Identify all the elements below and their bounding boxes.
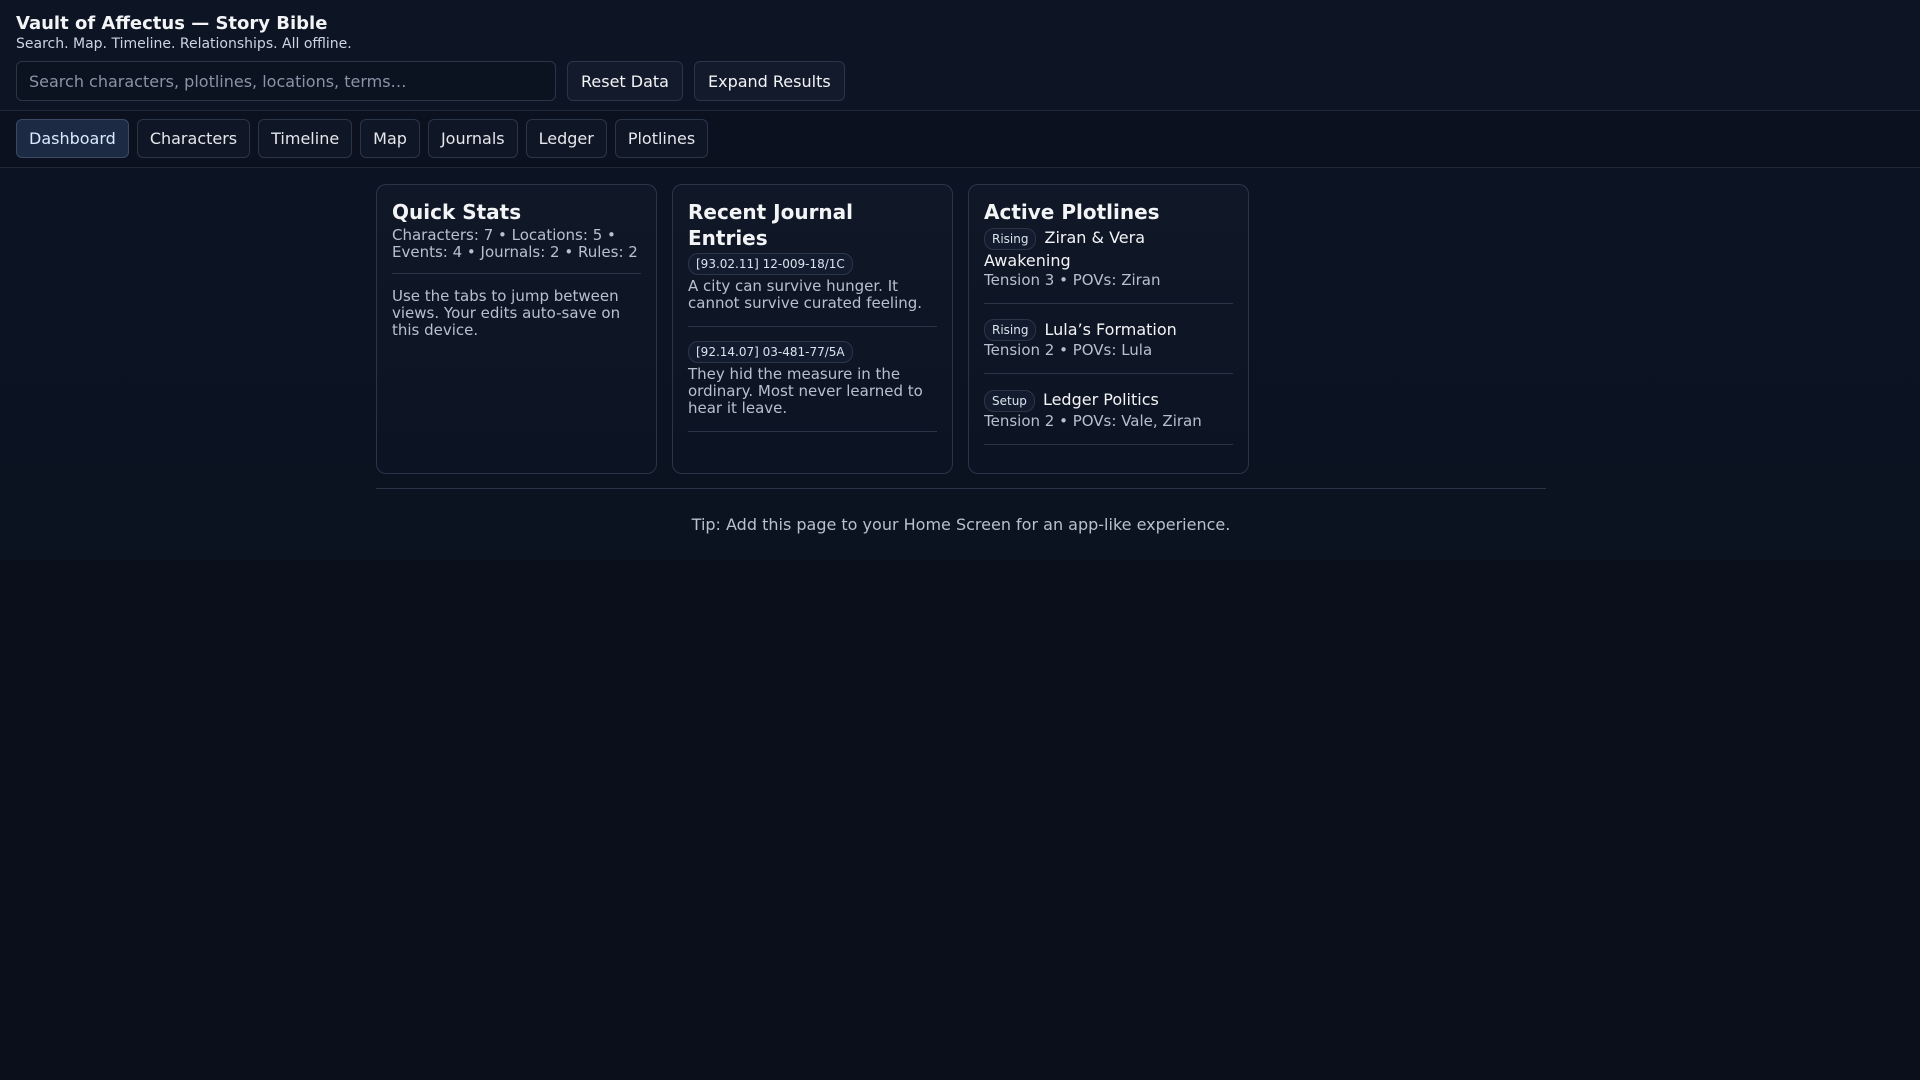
- journal-entry[interactable]: [93.02.11] 12-009-18/1C A city can survi…: [688, 253, 937, 327]
- quick-stats-counts: Characters: 7 • Locations: 5 • Events: 4…: [392, 226, 638, 261]
- app-header: Vault of Affectus — Story Bible Search. …: [0, 0, 1920, 111]
- journal-tag: [92.14.07] 03-481-77/5A: [688, 341, 853, 363]
- quick-stats-help: Use the tabs to jump between views. Your…: [392, 287, 621, 339]
- dashboard-main: Quick Stats Characters: 7 • Locations: 5…: [376, 184, 1546, 559]
- search-input[interactable]: [16, 61, 556, 101]
- footer-tip: Tip: Add this page to your Home Screen f…: [691, 515, 1231, 534]
- tab-dashboard[interactable]: Dashboard: [16, 119, 129, 158]
- quick-stats-card: Quick Stats Characters: 7 • Locations: 5…: [376, 184, 657, 474]
- quick-stats-title: Quick Stats: [392, 200, 522, 224]
- tab-ledger[interactable]: Ledger: [525, 119, 607, 158]
- page-background: [0, 560, 1920, 1080]
- plotline-status-badge: Rising: [984, 319, 1037, 341]
- plotline-item[interactable]: Rising Ziran & Vera Awakening Tension 3 •…: [984, 227, 1233, 304]
- journal-text: A city can survive hunger. It cannot sur…: [688, 277, 923, 312]
- expand-results-button[interactable]: Expand Results: [693, 61, 845, 101]
- plotline-item[interactable]: Rising Lula’s Formation Tension 2 • POVs:…: [984, 319, 1233, 374]
- plotline-meta: Tension 2 • POVs: Vale, Ziran: [984, 411, 1202, 430]
- plotline-status-badge: Rising: [984, 227, 1037, 250]
- divider: [392, 273, 641, 274]
- app-title: Vault of Affectus — Story Bible: [16, 13, 328, 34]
- tab-map[interactable]: Map: [360, 119, 420, 158]
- plotline-name: Ledger Politics: [1042, 390, 1159, 409]
- recent-journals-title: Recent Journal Entries: [688, 200, 854, 250]
- reset-data-button[interactable]: Reset Data: [567, 61, 683, 101]
- tab-bar: Dashboard Characters Timeline Map Journa…: [0, 111, 1920, 168]
- plotline-item[interactable]: Setup Ledger Politics Tension 2 • POVs: V…: [984, 389, 1233, 445]
- tab-plotlines[interactable]: Plotlines: [614, 119, 709, 158]
- dashboard-cards: Quick Stats Characters: 7 • Locations: 5…: [376, 184, 1546, 474]
- plotline-status-badge: Setup: [984, 389, 1035, 412]
- plotline-name: Lula’s Formation: [1044, 319, 1177, 339]
- journal-text: They hid the measure in the ordinary. Mo…: [688, 365, 923, 417]
- footer-divider: [376, 488, 1546, 489]
- journal-entry[interactable]: [92.14.07] 03-481-77/5A They hid the mea…: [688, 341, 937, 432]
- tab-journals[interactable]: Journals: [427, 119, 518, 158]
- active-plotlines-card: Active Plotlines Rising Ziran & Vera Awak…: [968, 184, 1249, 474]
- app-subtitle: Search. Map. Timeline. Relationships. Al…: [16, 36, 352, 52]
- tab-timeline[interactable]: Timeline: [258, 119, 353, 158]
- tab-characters[interactable]: Characters: [136, 119, 251, 158]
- journal-tag: [93.02.11] 12-009-18/1C: [688, 253, 853, 275]
- plotline-meta: Tension 3 • POVs: Ziran: [984, 270, 1161, 289]
- recent-journals-card: Recent Journal Entries [93.02.11] 12-009…: [672, 184, 953, 474]
- active-plotlines-title: Active Plotlines: [984, 200, 1160, 224]
- plotline-meta: Tension 2 • POVs: Lula: [984, 341, 1153, 359]
- toolbar: Reset Data Expand Results: [16, 61, 1904, 101]
